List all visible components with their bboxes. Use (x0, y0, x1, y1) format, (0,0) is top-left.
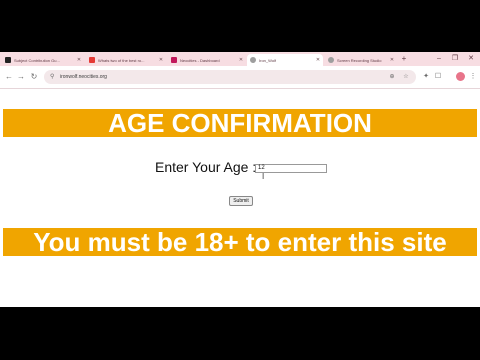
age-label: Enter Your Age : (155, 159, 257, 175)
tab-youtube[interactable]: Whats two of the best ro... ✕ (86, 54, 166, 66)
tab-strip: Subject Contribution Gu... ✕ Whats two o… (0, 52, 480, 66)
bookmark-star-icon[interactable]: ☆ (402, 73, 410, 81)
tab-label: Whats two of the best ro... (98, 57, 145, 63)
tab-iron-wolf[interactable]: Iron_Wolf ✕ (247, 54, 323, 66)
tab-label: Subject Contribution Gu... (14, 57, 60, 63)
tab-label: Neocities - Dashboard (180, 57, 220, 63)
screen-frame: Subject Contribution Gu... ✕ Whats two o… (0, 52, 480, 307)
tab-neocities-dashboard[interactable]: Neocities - Dashboard ✕ (168, 54, 246, 66)
maximize-icon[interactable]: ❐ (450, 54, 460, 64)
tab-label: Iron_Wolf (259, 57, 277, 63)
gear-icon (328, 57, 334, 63)
submit-button[interactable]: Submit (229, 196, 253, 206)
profile-sync-icon[interactable]: ☐ (433, 72, 443, 82)
address-bar[interactable]: ⚲ ironwolf.neocities.org ⊕ ☆ (44, 70, 416, 84)
close-icon[interactable]: ✕ (238, 57, 244, 63)
back-icon[interactable]: ← (4, 72, 14, 82)
extensions-icon[interactable]: ✦ (421, 72, 431, 82)
close-icon[interactable]: ✕ (315, 57, 321, 63)
close-icon[interactable]: ✕ (158, 57, 164, 63)
close-icon[interactable]: ✕ (389, 57, 395, 63)
tab-subject-contribution[interactable]: Subject Contribution Gu... ✕ (2, 54, 84, 66)
forward-icon[interactable]: → (16, 72, 26, 82)
zoom-icon[interactable]: ⊕ (388, 73, 396, 81)
window-close-icon[interactable]: ✕ (466, 54, 476, 64)
minimize-icon[interactable]: – (434, 54, 444, 64)
tab-label: Screen Recording Studio (337, 57, 382, 63)
navigation-bar: ← → ↻ ⚲ ironwolf.neocities.org ⊕ ☆ ✦ ☐ ⋮ (0, 66, 480, 89)
age-input[interactable]: 12 (255, 164, 327, 173)
neocities-icon (171, 57, 177, 63)
menu-icon[interactable]: ⋮ (468, 72, 478, 82)
url-text[interactable]: ironwolf.neocities.org (60, 73, 107, 81)
youtube-icon (89, 57, 95, 63)
reload-icon[interactable]: ↻ (29, 72, 39, 82)
text-cursor-icon: I (262, 172, 265, 181)
tab-screen-recording[interactable]: Screen Recording Studio ✕ (325, 54, 397, 66)
close-icon[interactable]: ✕ (76, 57, 82, 63)
site-info-icon[interactable]: ⚲ (50, 73, 58, 81)
age-warning: You must be 18+ to enter this site (3, 228, 477, 256)
globe-icon (250, 57, 256, 63)
page-title: AGE CONFIRMATION (3, 109, 477, 137)
tab-favicon-icon (5, 57, 11, 63)
new-tab-button[interactable]: + (399, 54, 409, 64)
avatar[interactable] (456, 72, 465, 81)
